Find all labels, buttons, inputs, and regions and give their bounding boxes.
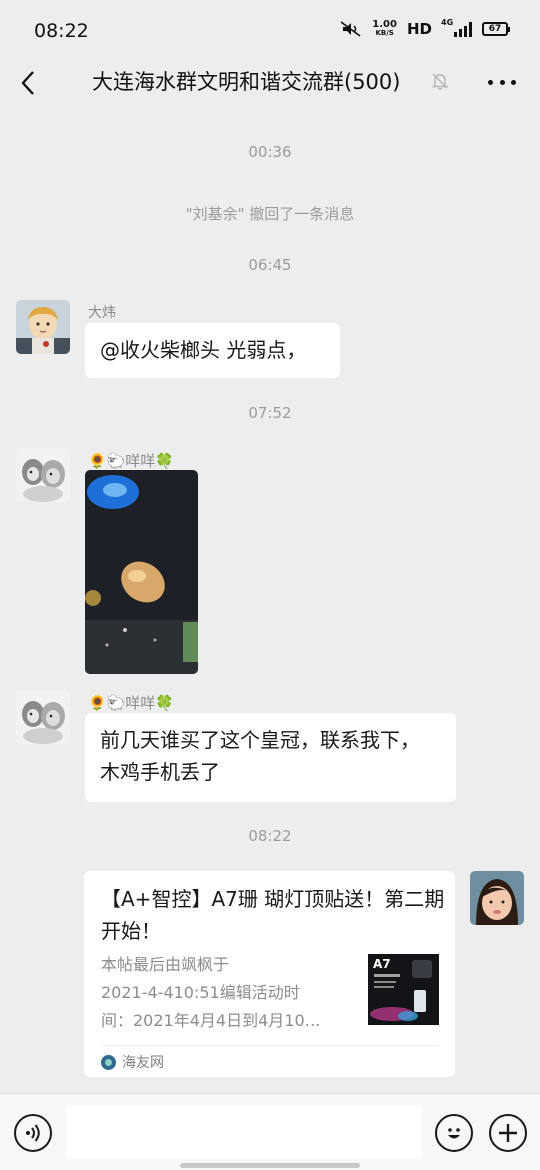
voice-icon [26, 1124, 40, 1142]
divider [101, 1045, 439, 1046]
image-message[interactable] [85, 470, 198, 674]
status-time: 08:22 [34, 20, 89, 42]
my-avatar[interactable] [470, 871, 524, 925]
timestamp: 07:52 [248, 404, 292, 422]
smiley-icon [448, 1128, 460, 1139]
plus-icon [499, 1124, 517, 1142]
battery-icon: 67 [482, 22, 510, 36]
chat-title: 大连海水群文明和谐交流群(500) [92, 70, 401, 94]
dot-icon [511, 79, 516, 85]
more-options-button[interactable] [488, 69, 516, 95]
source-logo-icon [101, 1054, 116, 1070]
source-name: 海友网 [122, 1055, 164, 1071]
link-description: 本帖最后由飒枫于 2021-4-410:51编辑活动时 间：2021年4月4日到… [101, 955, 321, 1030]
alarm-mute-icon [340, 21, 361, 37]
timestamp: 08:22 [248, 827, 292, 845]
message-input[interactable] [66, 1105, 422, 1159]
network-speed: 1.00 KB/S [372, 20, 397, 38]
signal-icon: 4G [441, 18, 472, 37]
speed-value: 1.00 [372, 19, 397, 30]
timestamp: 00:36 [248, 143, 292, 161]
home-indicator[interactable] [180, 1163, 360, 1168]
recall-notice: "刘基余" 撤回了一条消息 [185, 205, 355, 223]
chat-area[interactable]: 00:36 "刘基余" 撤回了一条消息 06:45 大炜 @收火柴榔头 光弱点，… [0, 110, 540, 1093]
speed-unit: KB/S [375, 29, 394, 37]
puppies-avatar-icon [16, 690, 70, 744]
chevron-left-icon [21, 71, 34, 95]
dot-icon [499, 79, 505, 85]
link-thumbnail: A7 [368, 954, 439, 1025]
message-line: 前几天谁买了这个皇冠，联系我下， [100, 728, 420, 752]
muted-bell-icon [431, 73, 449, 90]
link-title: 【A+智控】A7珊 瑚灯顶贴送！第二期开始！ [101, 887, 445, 943]
avatar[interactable] [16, 300, 70, 354]
cartoon-avatar-icon [16, 300, 70, 354]
thumbnail-label: A7 [373, 957, 391, 971]
puppies-avatar-icon [16, 448, 70, 502]
emoji-button[interactable] [435, 1114, 473, 1152]
timestamp: 06:45 [248, 256, 292, 274]
voice-button[interactable] [14, 1114, 52, 1152]
avatar[interactable] [16, 448, 70, 502]
sender-name: 🌻🐑咩咩🍀 [88, 452, 175, 470]
message-line: 木鸡手机丢了 [100, 760, 220, 784]
status-bar: 08:22 1.00 KB/S HD 4G 67 [0, 0, 540, 62]
message-bubble[interactable]: 前几天谁买了这个皇冠，联系我下， 木鸡手机丢了 [85, 713, 456, 802]
status-icons: 1.00 KB/S HD 4G 67 [340, 18, 510, 38]
input-bar [0, 1093, 540, 1170]
child-photo-avatar-icon [470, 871, 524, 925]
link-source: 海友网 [101, 1052, 164, 1072]
network-type: 4G [441, 18, 454, 27]
sender-name: 大炜 [88, 305, 116, 321]
aquarium-photo-icon [85, 470, 198, 674]
avatar[interactable] [16, 690, 70, 744]
message-bubble[interactable]: @收火柴榔头 光弱点， [85, 323, 340, 378]
sender-name: 🌻🐑咩咩🍀 [88, 694, 175, 712]
back-button[interactable] [14, 66, 42, 100]
nav-bar: 大连海水群文明和谐交流群(500) [0, 62, 540, 102]
more-functions-button[interactable] [489, 1114, 527, 1152]
dot-icon [488, 79, 493, 85]
battery-level: 67 [488, 24, 502, 34]
hd-label: HD [406, 20, 432, 38]
link-card[interactable]: 【A+智控】A7珊 瑚灯顶贴送！第二期开始！ 本帖最后由飒枫于 2021-4-4… [84, 871, 455, 1077]
